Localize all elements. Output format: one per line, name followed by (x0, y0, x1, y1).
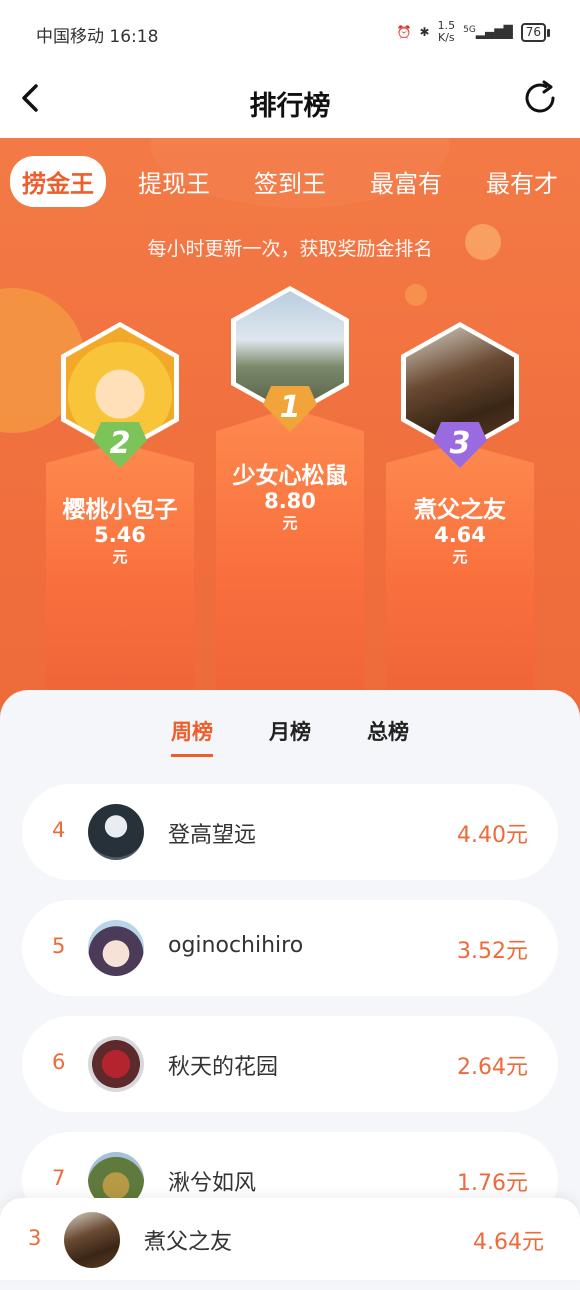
bluetooth-icon: ✱ (419, 25, 430, 39)
list-item[interactable]: 5 oginochihiro 3.52元 (22, 900, 558, 996)
tab-weekly[interactable]: 周榜 (171, 716, 213, 757)
my-name: 煮父之友 (144, 1230, 233, 1255)
status-icons: ⏰ ✱ 1.5 K/s 5G▂▄▆█ 76 (396, 19, 551, 44)
podium-name-second: 樱桃小包子 (62, 497, 178, 523)
my-rank-bar[interactable]: 3 煮父之友 4.64元 (0, 1198, 580, 1280)
podium-unit-third: 元 (452, 548, 468, 566)
battery-icon: 76 (520, 22, 551, 42)
refresh-icon[interactable] (520, 78, 560, 118)
update-note: 每小时更新一次，获取奖励金排名 (147, 238, 433, 260)
user-name: 秋天的花园 (168, 1055, 279, 1080)
carrier-time: 中国移动 16:18 (36, 27, 159, 47)
tab-laojinwang[interactable]: 捞金王 (10, 156, 106, 207)
podium-name-first: 少女心松鼠 (232, 463, 348, 489)
podium-unit-first: 元 (282, 514, 298, 532)
tab-tixianwang[interactable]: 提现王 (126, 156, 222, 207)
podium-pillar-third (386, 443, 534, 693)
alarm-icon: ⏰ (396, 25, 412, 39)
my-rank-number: 3 (28, 1226, 42, 1250)
podium-amount-second: 5.46 (94, 523, 146, 547)
avatar (88, 804, 144, 860)
tab-total[interactable]: 总榜 (367, 716, 409, 757)
rank-number: 5 (52, 934, 66, 958)
avatar (88, 1036, 144, 1092)
user-name: 湫兮如风 (168, 1171, 257, 1196)
network-speed: 1.5 K/s (437, 19, 456, 44)
status-bar: 中国移动 16:18 ⏰ ✱ 1.5 K/s 5G▂▄▆█ 76 (0, 0, 580, 66)
podium-pillar-first (216, 408, 364, 698)
podium-pillar-second (46, 443, 194, 693)
list-item[interactable]: 6 秋天的花园 2.64元 (22, 1016, 558, 1112)
title-bar: 排行榜 (0, 66, 580, 138)
avatar (88, 920, 144, 976)
tab-monthly[interactable]: 月榜 (269, 716, 311, 757)
my-amount: 4.64元 (473, 1230, 544, 1255)
my-avatar (64, 1212, 120, 1268)
rank-number: 6 (52, 1050, 66, 1074)
period-tabs: 周榜 月榜 总榜 (0, 716, 580, 757)
tab-zuiyoucai[interactable]: 最有才 (474, 156, 570, 207)
rank-number: 4 (52, 818, 66, 842)
podium-unit-second: 元 (112, 548, 128, 566)
podium-amount-first: 8.80 (264, 489, 316, 513)
reward-amount: 4.40元 (457, 823, 528, 848)
tab-qiandaowang[interactable]: 签到王 (242, 156, 338, 207)
podium-name-third: 煮父之友 (414, 497, 506, 523)
leaderboard-hero: 捞金王 提现王 签到王 最富有 最有才 每小时更新一次，获取奖励金排名 2 樱桃… (0, 138, 580, 728)
reward-amount: 3.52元 (457, 939, 528, 964)
page-title: 排行榜 (249, 91, 331, 122)
list-item[interactable]: 4 登高望远 4.40元 (22, 784, 558, 880)
decor-circle (405, 284, 427, 306)
rank-number: 7 (52, 1166, 66, 1190)
signal-icon: 5G▂▄▆█ (463, 25, 513, 39)
user-name: 登高望远 (168, 823, 257, 848)
podium-amount-third: 4.64 (434, 523, 486, 547)
tab-zuifuyou[interactable]: 最富有 (358, 156, 454, 207)
reward-amount: 1.76元 (457, 1171, 528, 1196)
category-tabs: 捞金王 提现王 签到王 最富有 最有才 (10, 156, 580, 207)
user-name: oginochihiro (168, 933, 304, 958)
reward-amount: 2.64元 (457, 1055, 528, 1080)
